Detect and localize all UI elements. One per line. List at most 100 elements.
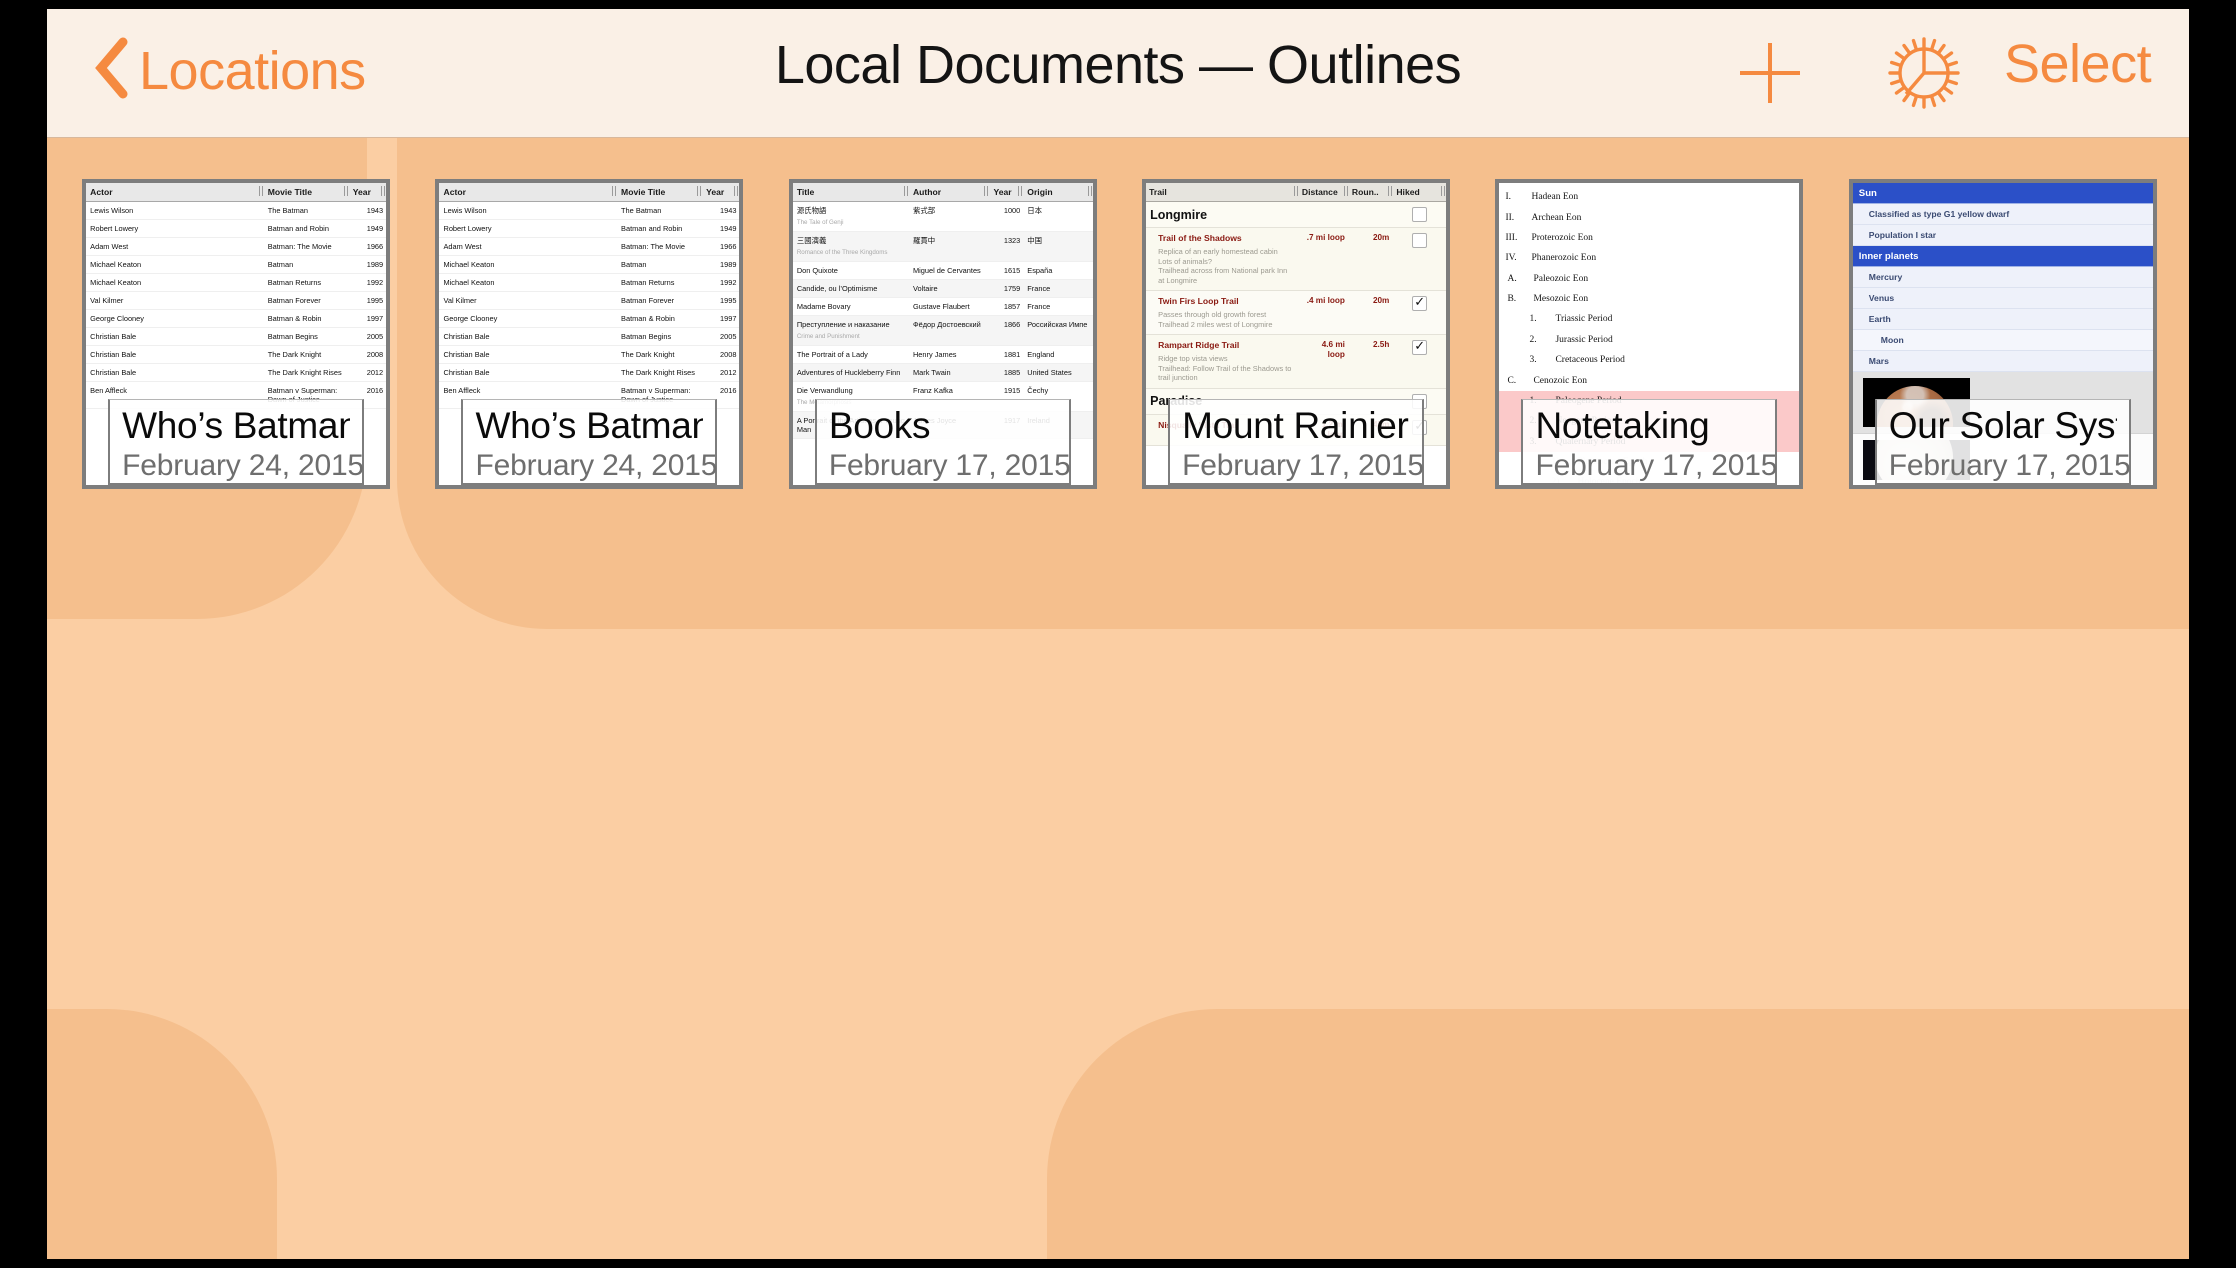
column-resizer[interactable] bbox=[984, 186, 989, 196]
table-row[interactable]: Val Kilmer Batman Forever 1995 bbox=[439, 291, 740, 310]
column-resizer[interactable] bbox=[1293, 186, 1298, 196]
outline-row[interactable]: 3. Cretaceous Period bbox=[1499, 350, 1799, 370]
table-row[interactable]: Val Kilmer Batman Forever 1995 bbox=[86, 291, 387, 310]
column-resizer[interactable] bbox=[1343, 186, 1348, 196]
solar-section-header[interactable]: Inner planets bbox=[1852, 246, 2153, 267]
column-resizer[interactable] bbox=[697, 186, 702, 196]
column-resizer[interactable] bbox=[343, 186, 348, 196]
document-label: Books February 17, 2015 bbox=[814, 399, 1071, 485]
table-row[interactable]: Adam West Batman: The Movie 1966 bbox=[439, 237, 740, 256]
hiked-checkbox[interactable] bbox=[1412, 294, 1428, 311]
table-row[interactable]: Candide, ou l’Optimisme Voltaire 1759 Franc… bbox=[792, 279, 1093, 298]
table-row[interactable]: Madame Bovary Gustave Flaubert 1857 France bbox=[792, 297, 1093, 316]
outline-row[interactable]: II. Archean Eon bbox=[1499, 207, 1799, 227]
hiked-checkbox[interactable] bbox=[1412, 338, 1428, 355]
table-row[interactable]: Michael Keaton Batman 1989 bbox=[86, 255, 387, 274]
column-resizer[interactable] bbox=[1441, 186, 1446, 196]
table-row[interactable]: Christian Bale Batman Begins 2005 bbox=[86, 327, 387, 346]
cell-title-translation: Crime and Punishment bbox=[796, 333, 860, 340]
solar-item[interactable]: Classified as type G1 yellow dwarf bbox=[1852, 204, 2153, 225]
solar-item[interactable]: Earth bbox=[1852, 309, 2153, 330]
settings-button[interactable] bbox=[1882, 31, 1966, 115]
trail-row[interactable]: Trail of the Shadows Replica of an early … bbox=[1146, 227, 1447, 291]
table-row[interactable]: Don Quixote Miguel de Cervantes 1615 España bbox=[792, 261, 1093, 280]
document-label: Notetaking February 17, 2015 bbox=[1521, 399, 1778, 485]
table-row[interactable]: Christian Bale The Dark Knight 2008 bbox=[439, 345, 740, 364]
hiked-checkbox[interactable] bbox=[1412, 233, 1428, 248]
select-button[interactable]: Select bbox=[2004, 37, 2152, 91]
table-row[interactable]: Adventures of Huckleberry Finn Mark Twain… bbox=[792, 363, 1093, 382]
outline-row[interactable]: 1. Triassic Period bbox=[1499, 309, 1799, 329]
trail-note: Replica of an early homestead cabin bbox=[1158, 247, 1278, 256]
table-row[interactable]: 三國演義 Romance of the Three Kingdoms 羅貫中 1323… bbox=[792, 231, 1093, 262]
column-resizer[interactable] bbox=[612, 186, 617, 196]
cell-year: 1949 bbox=[348, 219, 387, 238]
solar-item[interactable]: Venus bbox=[1852, 288, 2153, 309]
table-row[interactable]: Christian Bale Batman Begins 2005 bbox=[439, 327, 740, 346]
add-document-button[interactable] bbox=[1732, 35, 1808, 111]
outline-row[interactable]: 2. Jurassic Period bbox=[1499, 330, 1799, 350]
outline-row[interactable]: C. Cenozoic Eon bbox=[1499, 370, 1799, 390]
back-button[interactable]: Locations bbox=[95, 37, 366, 104]
table-row[interactable]: Michael Keaton Batman Returns 1992 bbox=[439, 273, 740, 292]
table-row[interactable]: Christian Bale The Dark Knight Rises 2012 bbox=[86, 363, 387, 382]
document-card[interactable]: Title Author Year Origin 源氏物語 The Tale of Gen… bbox=[769, 179, 1117, 489]
column-resizer[interactable] bbox=[381, 186, 386, 196]
cell-actor: Lewis Wilson bbox=[439, 201, 618, 220]
solar-sub-item[interactable]: Moon bbox=[1852, 330, 2153, 351]
table-row[interactable]: Lewis Wilson The Batman 1943 bbox=[439, 201, 740, 220]
document-card[interactable]: Actor Movie Title Year Lewis Wilson The Batm… bbox=[62, 179, 410, 489]
document-card[interactable]: I. Hadean Eon II. Archean Eon III. Proterozoi… bbox=[1475, 179, 1823, 489]
cell-movie-title: Batman bbox=[263, 255, 349, 274]
document-thumbnail[interactable]: Trail Distance Roun.. Hiked Longmire Trail of… bbox=[1142, 179, 1451, 489]
document-thumbnail[interactable]: I. Hadean Eon II. Archean Eon III. Proterozoi… bbox=[1495, 179, 1804, 489]
document-card[interactable]: Actor Movie Title Year Lewis Wilson The Batm… bbox=[415, 179, 763, 489]
cell-movie-title: Batman & Robin bbox=[617, 309, 703, 328]
solar-item[interactable]: Population I star bbox=[1852, 225, 2153, 246]
cell-actor: Christian Bale bbox=[439, 345, 618, 364]
table-row[interactable]: Lewis Wilson The Batman 1943 bbox=[86, 201, 387, 220]
cell-trail: Rampart Ridge Trail Ridge top vista views… bbox=[1146, 334, 1299, 389]
trail-row[interactable]: Twin Firs Loop Trail Passes through old g… bbox=[1146, 290, 1447, 335]
table-row[interactable]: Robert Lowery Batman and Robin 1949 bbox=[439, 219, 740, 238]
outline-row[interactable]: A. Paleozoic Eon bbox=[1499, 269, 1799, 289]
column-resizer[interactable] bbox=[258, 186, 263, 196]
table-row[interactable]: Robert Lowery Batman and Robin 1949 bbox=[86, 219, 387, 238]
table-row[interactable]: Michael Keaton Batman Returns 1992 bbox=[86, 273, 387, 292]
outline-row[interactable]: IV. Phanerozoic Eon bbox=[1499, 248, 1799, 268]
outline-row[interactable]: I. Hadean Eon bbox=[1499, 187, 1799, 207]
table-row[interactable]: 源氏物語 The Tale of Genji 紫式部 1000 日本 bbox=[792, 201, 1093, 232]
outline-number: IV. bbox=[1505, 253, 1517, 264]
column-resizer[interactable] bbox=[1388, 186, 1393, 196]
table-row[interactable]: Christian Bale The Dark Knight 2008 bbox=[86, 345, 387, 364]
table-row[interactable]: Christian Bale The Dark Knight Rises 2012 bbox=[439, 363, 740, 382]
trail-row[interactable]: Rampart Ridge Trail Ridge top vista views… bbox=[1146, 334, 1447, 389]
solar-item[interactable]: Mercury bbox=[1852, 267, 2153, 288]
table-row[interactable]: George Clooney Batman & Robin 1997 bbox=[439, 309, 740, 328]
solar-item[interactable]: Mars bbox=[1852, 351, 2153, 372]
table-row[interactable]: George Clooney Batman & Robin 1997 bbox=[86, 309, 387, 328]
document-title: Who’s Batman? 2 bbox=[475, 405, 703, 446]
trail-group-row[interactable]: Longmire bbox=[1146, 201, 1447, 228]
cell-title: Madame Bovary bbox=[792, 297, 909, 316]
outline-row[interactable]: III. Proterozoic Eon bbox=[1499, 228, 1799, 248]
hiked-checkbox[interactable] bbox=[1412, 207, 1428, 222]
document-thumbnail[interactable]: Actor Movie Title Year Lewis Wilson The Batm… bbox=[435, 179, 744, 489]
document-thumbnail[interactable]: Sun Classified as type G1 yellow dwarf Pop… bbox=[1848, 179, 2157, 489]
outline-text: Archean Eon bbox=[1531, 212, 1582, 223]
cell-title: The Portrait of a Lady bbox=[792, 345, 909, 364]
table-row[interactable]: Adam West Batman: The Movie 1966 bbox=[86, 237, 387, 256]
document-card[interactable]: Trail Distance Roun.. Hiked Longmire Trail of… bbox=[1122, 179, 1470, 489]
table-row[interactable]: Преступление и наказание Crime and Punish… bbox=[792, 315, 1093, 346]
document-thumbnail[interactable]: Title Author Year Origin 源氏物語 The Tale of Gen… bbox=[788, 179, 1097, 489]
outline-row[interactable]: B. Mesozoic Eon bbox=[1499, 289, 1799, 309]
document-thumbnail[interactable]: Actor Movie Title Year Lewis Wilson The Batm… bbox=[82, 179, 391, 489]
column-resizer[interactable] bbox=[734, 186, 739, 196]
column-resizer[interactable] bbox=[1018, 186, 1023, 196]
column-resizer[interactable] bbox=[1087, 186, 1092, 196]
solar-section-header[interactable]: Sun bbox=[1852, 183, 2153, 204]
table-row[interactable]: The Portrait of a Lady Henry James 1881 Eng… bbox=[792, 345, 1093, 364]
column-resizer[interactable] bbox=[903, 186, 908, 196]
table-row[interactable]: Michael Keaton Batman 1989 bbox=[439, 255, 740, 274]
document-card[interactable]: Sun Classified as type G1 yellow dwarf Pop… bbox=[1829, 179, 2177, 489]
